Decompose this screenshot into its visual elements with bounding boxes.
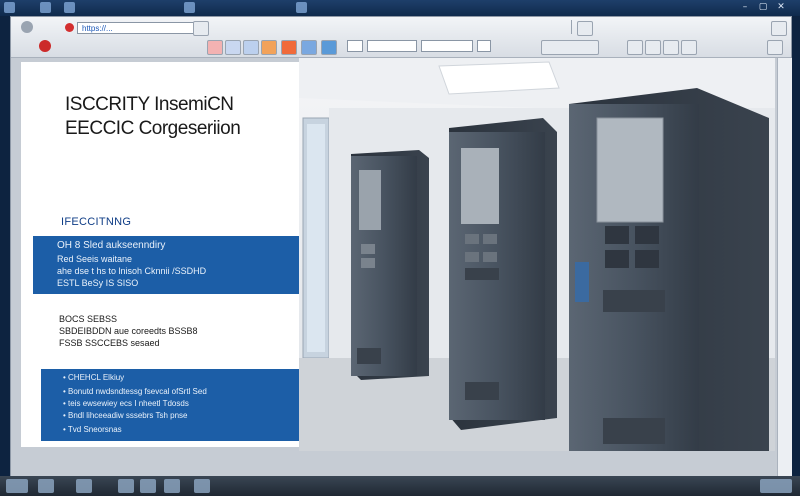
tab-button-2[interactable] [367,40,417,52]
taskbar-app-5-icon[interactable] [164,479,180,493]
content-area: ISCCRITY InsemiCN EECCIC Corgeseriion IF… [11,58,792,477]
settings-icon[interactable] [184,2,195,13]
bookmark-icon[interactable] [281,40,297,55]
os-title-bar: – ▢ ✕ [0,0,800,16]
window-menu-icon[interactable] [21,21,33,33]
taskbar-app-3-icon[interactable] [118,479,134,493]
bullet-3: • teis ewsewiey ecs I nheetl Tdosds [63,399,189,408]
view-options-button[interactable] [541,40,599,55]
maximize-icon[interactable]: ▢ [758,2,768,12]
taskbar [0,476,800,496]
document-title-line-1: ISCCRITY InsemiCN [65,94,234,115]
toolbar-row-bottom [11,39,791,55]
share-icon[interactable] [645,40,661,55]
start-button[interactable] [6,479,28,493]
stop-icon[interactable] [39,40,51,52]
mail-icon[interactable] [663,40,679,55]
document-page: ISCCRITY InsemiCN EECCIC Corgeseriion IF… [21,62,345,447]
forward-icon[interactable] [225,40,241,55]
app-window: https://... ISCCRITY InsemiCN EECCIC Cor… [10,16,792,478]
plain-line-2: SBDEIBDDN aue coreedts BSSB8 [59,326,198,336]
taskbar-app-2-icon[interactable] [76,479,92,493]
plain-line-1: BOCS SEBSS [59,314,118,324]
taskbar-app-1-icon[interactable] [38,479,54,493]
back-icon[interactable] [207,40,223,55]
document-title-line-2: EECCIC Corgeseriion [65,118,241,139]
bullet-5: • Tvd Sneorsnas [63,425,122,434]
print-icon[interactable] [627,40,643,55]
bullet-4: • Bndl lihceeadiw sssebrs Tsh pnse [63,411,188,420]
document-icon[interactable] [40,2,51,13]
vertical-scrollbar[interactable] [777,58,792,477]
taskbar-app-6-icon[interactable] [194,479,210,493]
edit-icon[interactable] [681,40,697,55]
plain-line-3: FSSB SSCCEBS sesaed [59,338,160,348]
app-menu-icon[interactable] [4,2,15,13]
close-icon[interactable]: ✕ [776,2,786,12]
bullet-band: • CHEHCL Elkiuy • Bonutd nwdsndtessg fse… [41,369,307,441]
search-icon[interactable] [477,40,491,52]
dropdown-button[interactable] [577,21,593,36]
home-icon[interactable] [261,40,277,55]
go-button[interactable] [193,21,209,36]
expand-button[interactable] [771,21,787,36]
taskbar-app-4-icon[interactable] [140,479,156,493]
bullet-1: • CHEHCL Elkiuy [63,373,125,382]
folder-icon[interactable] [64,2,75,13]
address-field[interactable]: https://... [77,22,197,34]
minimize-icon[interactable]: – [740,2,750,12]
toolbar-separator [571,20,572,34]
download-icon[interactable] [321,40,337,55]
refresh-icon[interactable] [243,40,259,55]
band-line-4: ESTL BeSy IS SISO [57,278,139,288]
section-heading: IFECCITNNG [61,216,132,228]
bullet-2: • Bonutd nwdsndtessg fsevcal ofSrtl Sed [63,387,207,396]
history-icon[interactable] [301,40,317,55]
band-line-2: Red Seeis waitane [57,254,133,264]
record-icon[interactable] [65,23,74,32]
tools-icon[interactable] [296,2,307,13]
toolbar-row-top: https://... [11,19,791,36]
server-room-image [299,58,775,451]
options-icon[interactable] [767,40,783,55]
search-input[interactable] [421,40,473,52]
toolbar: https://... [11,17,791,58]
band-line-3: ahe dse t hs to lnisoh Cknnii /SSDHD [57,266,207,276]
server-cabinets-illustration [299,58,775,451]
system-tray[interactable] [760,479,792,493]
band-line-1: OH 8 Sled aukseenndiry [57,240,166,251]
tab-button-1[interactable] [347,40,363,52]
